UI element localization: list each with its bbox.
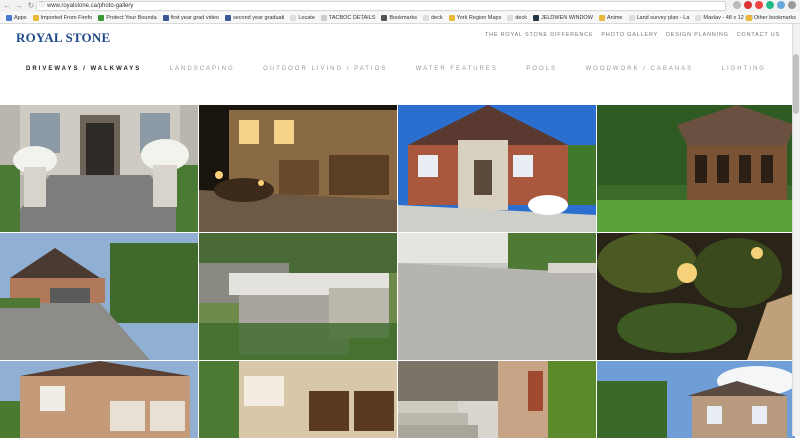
nav-woodwork-cabanas[interactable]: WOODWORK / CABANAS — [586, 66, 694, 76]
back-icon[interactable]: ← — [2, 1, 12, 11]
site-icon — [532, 14, 539, 21]
facebook-icon — [224, 14, 231, 21]
bookmark-second-year[interactable]: second year graduati — [224, 14, 284, 21]
reload-icon[interactable]: ↻ — [26, 1, 36, 11]
nav-driveways-walkways[interactable]: DRIVEWAYS / WALKWAYS — [26, 66, 141, 76]
address-bar[interactable]: ⓘ www.royalstone.ca/photo-gallery — [36, 1, 726, 11]
bookmark-maxlav[interactable]: Maxlav - 48 x 12 x 3 — [695, 14, 753, 21]
bookmark-land-survey[interactable]: Land survey plan - La — [628, 14, 689, 21]
nav-landscaping[interactable]: LANDSCAPING — [170, 66, 235, 76]
bookmark-deck-2[interactable]: deck — [507, 14, 527, 21]
scrollbar-thumb[interactable] — [793, 54, 799, 114]
bookmark-tacboc[interactable]: TACBOC DETAILS — [320, 14, 375, 21]
page-icon — [695, 14, 702, 21]
link-design-planning[interactable]: DESIGN PLANNING — [666, 32, 729, 38]
nav-outdoor-living[interactable]: OUTDOOR LIVING / PATIOS — [263, 66, 387, 76]
photo-brick-house-driveway[interactable] — [398, 105, 596, 232]
photo-paver-closeup[interactable] — [398, 233, 596, 360]
photo-garden-lighting[interactable] — [597, 233, 795, 360]
cloud-icon[interactable] — [777, 1, 785, 9]
bookmark-deck[interactable]: deck — [422, 14, 443, 21]
apps-icon — [6, 14, 12, 21]
bookmarks-bar: Apps Imported From Firefo Protect Your B… — [0, 12, 800, 24]
url-text: www.royalstone.ca/photo-gallery — [47, 3, 134, 9]
page-icon — [422, 14, 429, 21]
bookmark-york-maps[interactable]: York Region Maps — [448, 14, 501, 21]
nav-pools[interactable]: POOLS — [526, 66, 557, 76]
photo-gazebo-lawn[interactable] — [597, 105, 795, 232]
folder-icon — [745, 15, 752, 21]
link-contact-us[interactable]: CONTACT US — [737, 32, 780, 38]
folder-icon — [32, 14, 39, 21]
browser-toolbar: ← → ↻ ⓘ www.royalstone.ca/photo-gallery — [0, 0, 800, 12]
folder-icon — [448, 14, 455, 21]
page-icon — [628, 14, 635, 21]
bookmark-imported[interactable]: Imported From Firefo — [32, 14, 92, 21]
bookmark-anime[interactable]: Anime — [598, 14, 623, 21]
site-icon — [98, 14, 105, 21]
photo-stone-house-driveway[interactable] — [0, 233, 198, 360]
opera-icon[interactable] — [755, 1, 763, 9]
star-icon — [381, 14, 388, 21]
photo-brick-house-garages[interactable] — [0, 361, 198, 438]
forward-icon[interactable]: → — [14, 1, 24, 11]
bookmark-locate[interactable]: Locate — [290, 14, 315, 21]
page-icon — [507, 14, 514, 21]
gallery-category-nav: DRIVEWAYS / WALKWAYS LANDSCAPING OUTDOOR… — [0, 66, 792, 76]
extension-icon[interactable] — [766, 1, 774, 9]
star-icon[interactable] — [733, 1, 741, 9]
photo-stone-steps[interactable] — [398, 361, 596, 438]
bookmark-first-year[interactable]: first year grad video — [162, 14, 219, 21]
adblock-icon[interactable] — [744, 1, 752, 9]
page-scrollbar[interactable] — [792, 24, 800, 436]
photo-entrance-planters[interactable] — [0, 105, 198, 232]
photo-gallery-grid — [0, 105, 795, 438]
top-links: THE ROYAL STONE DIFFERENCE PHOTO GALLERY… — [485, 32, 780, 38]
menu-icon[interactable] — [788, 1, 796, 9]
folder-icon — [598, 14, 605, 21]
nav-lighting[interactable]: LIGHTING — [722, 66, 766, 76]
bookmark-bookmarks[interactable]: Bookmarks — [381, 14, 417, 21]
link-photo-gallery[interactable]: PHOTO GALLERY — [601, 32, 658, 38]
nav-water-features[interactable]: WATER FEATURES — [416, 66, 498, 76]
photo-night-driveway[interactable] — [199, 105, 397, 232]
page-icon — [320, 14, 327, 21]
facebook-icon — [162, 14, 169, 21]
page-info-icon[interactable]: ⓘ — [39, 2, 45, 10]
link-royal-stone-difference[interactable]: THE ROYAL STONE DIFFERENCE — [485, 32, 593, 38]
photo-tan-house-garages[interactable] — [199, 361, 397, 438]
bookmark-other[interactable]: Other bookmarks — [745, 12, 796, 23]
bookmark-jeldwen[interactable]: JELDWEN WINDOW — [532, 14, 593, 21]
bookmark-apps[interactable]: Apps — [6, 14, 27, 21]
page-icon — [290, 14, 297, 21]
page-content: ROYAL STONE THE ROYAL STONE DIFFERENCE P… — [0, 24, 795, 438]
bookmark-protect[interactable]: Protect Your Bounda — [98, 14, 157, 21]
site-logo[interactable]: ROYAL STONE — [16, 30, 110, 46]
photo-large-estate[interactable] — [597, 361, 795, 438]
photo-stone-pillar[interactable] — [199, 233, 397, 360]
